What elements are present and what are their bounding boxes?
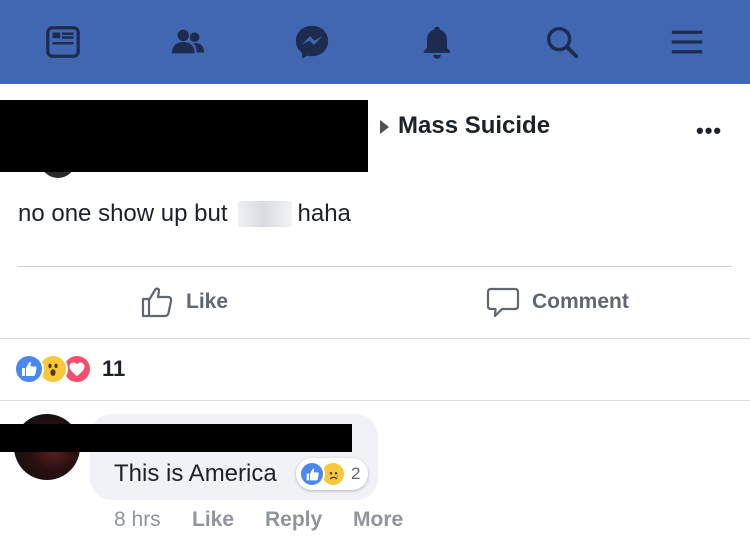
reaction-count: 11 — [102, 356, 126, 381]
group-name-link[interactable]: Mass Suicide — [398, 112, 550, 140]
redacted-commenter-name — [0, 424, 352, 452]
top-navbar — [0, 0, 750, 84]
divider — [0, 338, 750, 339]
news-feed-icon[interactable] — [43, 22, 83, 62]
comment-button-label: Comment — [532, 290, 629, 313]
friends-icon[interactable] — [168, 22, 208, 62]
comment-bubble-icon — [486, 287, 520, 318]
comment-reply-link[interactable]: Reply — [265, 508, 353, 532]
reactions-summary[interactable]: 11 — [14, 352, 125, 386]
like-button[interactable]: Like — [140, 280, 228, 324]
comment-like-link[interactable]: Like — [192, 508, 265, 532]
comment-reaction-count: 2 — [351, 464, 361, 483]
divider — [18, 266, 732, 267]
like-button-label: Like — [186, 290, 229, 313]
caret-right-icon — [380, 120, 389, 134]
redacted-author-name — [0, 100, 368, 172]
comment-reactions[interactable]: 2 — [296, 458, 369, 490]
comment-timestamp[interactable]: 8 hrs — [114, 508, 192, 532]
post-text-before: no one show up but — [18, 200, 228, 227]
comment-button[interactable]: Comment — [486, 280, 629, 324]
post-text-after: haha — [297, 200, 351, 227]
search-icon[interactable] — [542, 22, 582, 62]
divider — [0, 400, 750, 401]
comment-text: This is America — [114, 460, 277, 487]
blurred-mention — [237, 201, 292, 227]
comment-actions: 8 hrs Like Reply More — [114, 508, 403, 532]
menu-icon[interactable] — [667, 22, 707, 62]
notifications-bell-icon[interactable] — [417, 22, 457, 62]
messenger-icon[interactable] — [292, 22, 332, 62]
thumbs-up-icon — [141, 287, 173, 318]
like-reaction-icon — [299, 461, 325, 487]
comment-more-link[interactable]: More — [353, 508, 403, 532]
like-reaction-icon — [14, 354, 44, 384]
more-options-icon[interactable]: ••• — [696, 118, 722, 144]
post-text: no one show up but haha — [18, 200, 351, 228]
